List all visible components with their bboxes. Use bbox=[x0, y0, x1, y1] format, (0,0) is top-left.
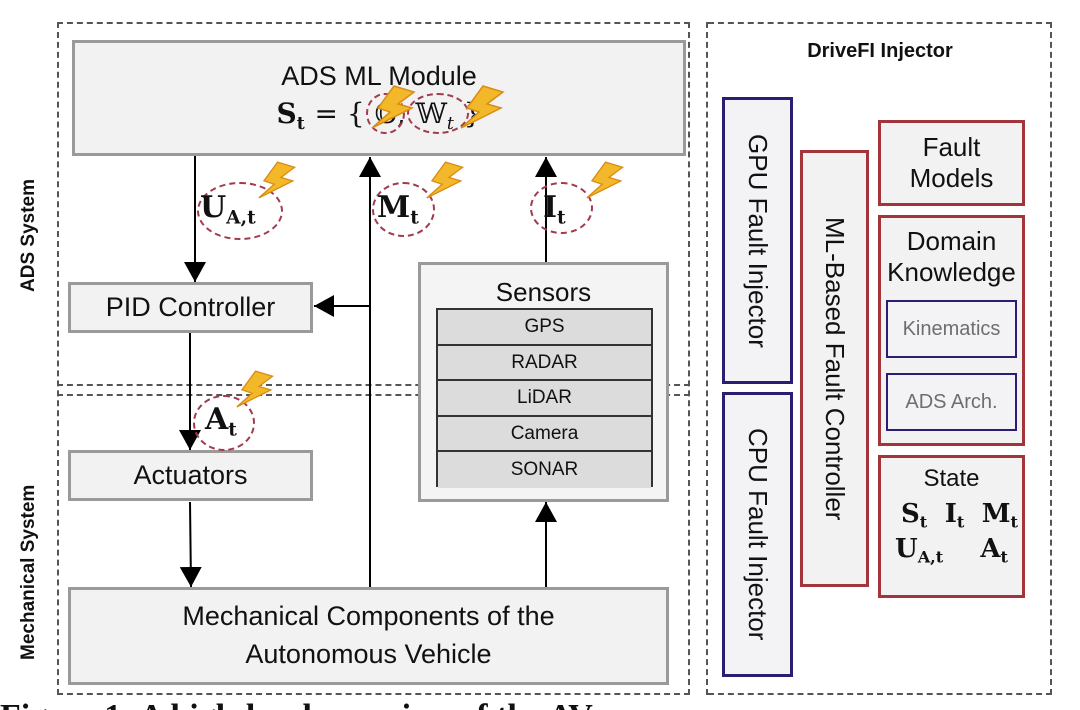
kinematics-label: Kinematics bbox=[902, 317, 1001, 340]
figure-caption-fragment: Figure 1: A high-level overview of the A… bbox=[0, 698, 614, 710]
state-var-u: UA,t bbox=[895, 534, 943, 567]
sensors-list: GPS RADAR LiDAR Camera SONAR bbox=[436, 308, 653, 488]
state-vars-row1: St It Mt bbox=[881, 499, 1022, 532]
signal-a-main: A bbox=[205, 402, 229, 437]
ml-fault-controller-label: ML-Based Fault Controller bbox=[820, 216, 850, 521]
state-var-a: At bbox=[980, 534, 1008, 567]
lightning-bolt-icon bbox=[258, 161, 296, 199]
arrow-actuators-to-mech bbox=[179, 501, 202, 588]
signal-i-label: It bbox=[543, 190, 566, 229]
sensor-item-radar[interactable]: RADAR bbox=[438, 345, 651, 382]
state-var-a-main: A bbox=[980, 533, 1001, 564]
signal-m-main: M bbox=[377, 190, 411, 225]
state-var-u-main: U bbox=[895, 533, 918, 564]
lightning-bolt-icon bbox=[426, 161, 464, 199]
cpu-fault-injector[interactable]: CPU Fault Injector bbox=[722, 392, 793, 677]
state-subscript: t bbox=[296, 114, 305, 135]
actuators-label: Actuators bbox=[133, 459, 248, 490]
signal-i-sub: t bbox=[557, 207, 566, 229]
state-block[interactable]: State St It Mt UA,t At bbox=[878, 455, 1025, 598]
signal-u-main: U bbox=[200, 190, 227, 225]
state-var-i: It bbox=[945, 499, 965, 532]
fault-models-block[interactable]: Fault Models bbox=[878, 120, 1025, 206]
signal-m-sub: t bbox=[410, 207, 419, 229]
gpu-fault-injector[interactable]: GPU Fault Injector bbox=[722, 97, 793, 384]
state-var-a-sub: t bbox=[1000, 547, 1008, 567]
sensors-title: Sensors bbox=[495, 277, 592, 307]
state-title: State bbox=[923, 465, 980, 492]
sensor-item-gps[interactable]: GPS bbox=[438, 310, 651, 346]
state-var-i-sub: t bbox=[956, 512, 965, 532]
state-var-m-sub: t bbox=[1010, 512, 1018, 532]
state-var-s: St bbox=[901, 499, 927, 532]
lightning-bolt-icon bbox=[586, 161, 624, 199]
state-var-i-main: I bbox=[944, 499, 957, 529]
state-var-s-main: S bbox=[901, 499, 920, 529]
state-var-s-sub: t bbox=[919, 512, 928, 532]
domain-knowledge-label-line1: Domain bbox=[906, 226, 997, 256]
kinematics-block[interactable]: Kinematics bbox=[886, 300, 1017, 358]
pid-controller-label: PID Controller bbox=[105, 291, 276, 322]
actuators-block[interactable]: Actuators bbox=[68, 450, 313, 501]
mechanical-components-block[interactable]: Mechanical Components of the Autonomous … bbox=[68, 587, 669, 685]
lightning-bolt-icon bbox=[460, 85, 505, 129]
state-symbol: S bbox=[276, 97, 297, 130]
ml-fault-controller[interactable]: ML-Based Fault Controller bbox=[800, 150, 869, 587]
sensor-item-lidar[interactable]: LiDAR bbox=[438, 381, 651, 417]
pid-controller-block[interactable]: PID Controller bbox=[68, 282, 313, 333]
ads-arch-block[interactable]: ADS Arch. bbox=[886, 373, 1017, 431]
signal-u-sub: A,t bbox=[226, 207, 256, 229]
domain-knowledge-title: Domain Knowledge bbox=[881, 226, 1022, 288]
fault-models-label-line1: Fault bbox=[922, 131, 981, 162]
sensor-item-camera[interactable]: Camera bbox=[438, 416, 651, 453]
signal-u-label: UA,t bbox=[200, 190, 256, 229]
drivefi-title: DriveFI Injector bbox=[807, 40, 953, 62]
cpu-fault-injector-label: CPU Fault Injector bbox=[743, 428, 773, 641]
lightning-bolt-icon bbox=[236, 370, 274, 408]
state-var-m-main: M bbox=[981, 499, 1011, 529]
lightning-bolt-icon bbox=[371, 85, 416, 129]
state-var-m: Mt bbox=[982, 499, 1018, 532]
domain-knowledge-block[interactable]: Domain Knowledge Kinematics ADS Arch. bbox=[878, 215, 1025, 446]
sensor-item-sonar[interactable]: SONAR bbox=[438, 452, 651, 488]
gpu-fault-injector-label: GPU Fault Injector bbox=[743, 133, 773, 348]
domain-knowledge-label-line2: Knowledge bbox=[887, 257, 1016, 288]
signal-m-label: Mt bbox=[377, 190, 419, 229]
state-vars-row2: UA,t At bbox=[881, 534, 1022, 567]
mechanical-components-label-line2: Autonomous Vehicle bbox=[245, 639, 492, 669]
ads-arch-label: ADS Arch. bbox=[905, 390, 998, 413]
sensors-block[interactable]: Sensors GPS RADAR LiDAR Camera SONAR bbox=[418, 262, 669, 502]
fault-models-label-line2: Models bbox=[909, 163, 994, 193]
signal-a-sub: t bbox=[228, 419, 237, 441]
mechanical-components-label-line1: Mechanical Components of the bbox=[182, 601, 555, 632]
state-equals: = { bbox=[314, 97, 365, 130]
state-var-u-sub: A,t bbox=[917, 547, 944, 567]
signal-i-main: I bbox=[543, 190, 558, 225]
